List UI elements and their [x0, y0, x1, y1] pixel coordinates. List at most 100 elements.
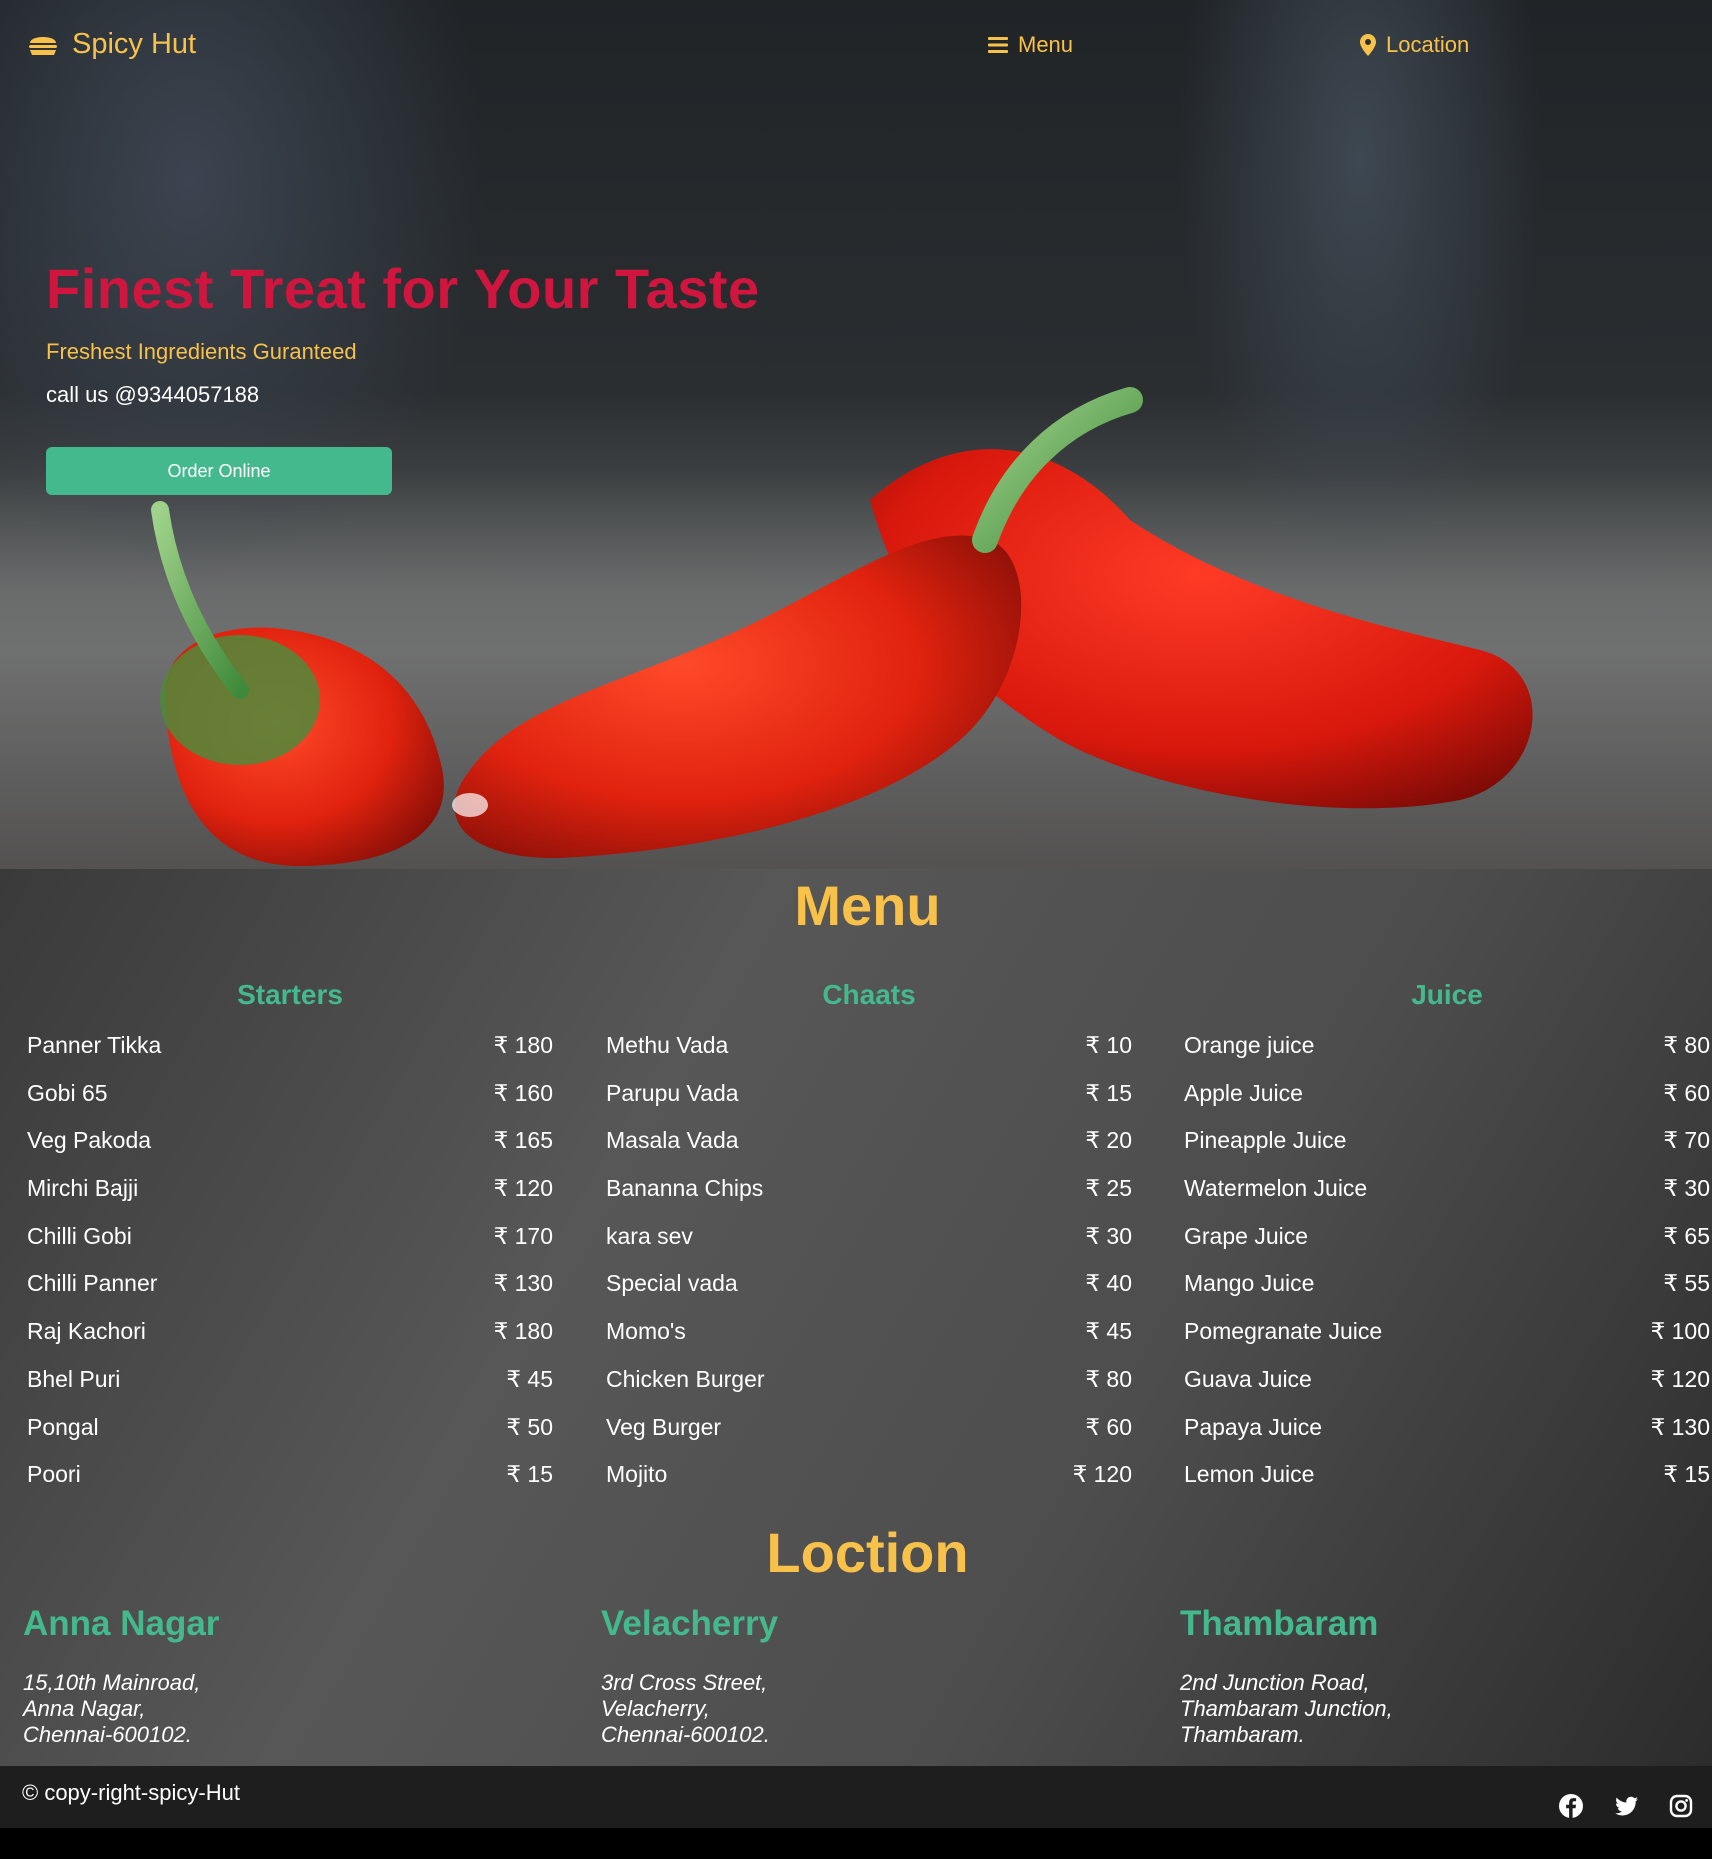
brand-name: Spicy Hut: [72, 28, 197, 60]
menu-item-price: ₹ 170: [493, 1222, 553, 1249]
menu-item-price: ₹ 55: [1663, 1270, 1710, 1297]
menu-item: Papaya Juice ₹ 130: [1184, 1413, 1710, 1461]
menu-item-price: ₹ 20: [1085, 1127, 1132, 1154]
menu-item-name: Apple Juice: [1184, 1079, 1303, 1106]
menu-item-name: Guava Juice: [1184, 1365, 1312, 1392]
menu-item-name: Lemon Juice: [1184, 1461, 1315, 1488]
menu-item-price: ₹ 60: [1663, 1079, 1710, 1106]
menu-item-name: Mirchi Bajji: [27, 1175, 139, 1202]
branch-thambaram: Thambaram 2nd Junction Road, Thambaram J…: [1180, 1604, 1700, 1748]
menu-column-heading: Chaats: [822, 979, 916, 1010]
branch-address-line: Chennai-600102.: [601, 1722, 770, 1747]
menu-item-price: ₹ 80: [1663, 1032, 1710, 1058]
branch-address-line: Anna Nagar,: [23, 1696, 146, 1721]
menu-item-name: Grape Juice: [1184, 1222, 1309, 1249]
menu-item: Chicken Burger ₹ 80: [606, 1365, 1132, 1413]
menu-item-price: ₹ 15: [506, 1461, 553, 1488]
nav-menu-label: Menu: [1018, 32, 1074, 57]
branch-address-line: 3rd Cross Street,: [601, 1670, 768, 1695]
page-bottom-strip: [0, 1828, 1712, 1859]
menu-item-price: ₹ 180: [493, 1318, 553, 1345]
menu-item: Gobi 65 ₹ 160: [27, 1079, 553, 1127]
menu-item-name: Chilli Panner: [27, 1270, 158, 1297]
nav-location-label: Location: [1386, 32, 1470, 57]
menu-item-price: ₹ 25: [1085, 1175, 1132, 1202]
instagram-icon[interactable]: [1668, 1793, 1694, 1819]
branch-address-line: Thambaram.: [1180, 1722, 1305, 1747]
menu-item-name: Bananna Chips: [606, 1175, 764, 1202]
menu-item-price: ₹ 50: [506, 1413, 553, 1440]
map-pin-icon: [1360, 34, 1376, 56]
menu-item-price: ₹ 30: [1085, 1222, 1132, 1249]
menu-item-name: Mojito: [606, 1461, 668, 1488]
menu-item-price: ₹ 10: [1085, 1032, 1132, 1058]
hamburger-icon: [988, 36, 1008, 54]
menu-item-name: Pineapple Juice: [1184, 1127, 1347, 1154]
menu-item: Pomegranate Juice ₹ 100: [1184, 1317, 1710, 1365]
menu-item: Parupu Vada ₹ 15: [606, 1079, 1132, 1127]
menu-item-name: Special vada: [606, 1270, 738, 1297]
menu-item-price: ₹ 70: [1663, 1127, 1710, 1154]
menu-column-starters: Starters Panner Tikka ₹ 180 Gobi 65 ₹ 160 Ve…: [27, 979, 553, 1508]
menu-item: Veg Burger ₹ 60: [606, 1413, 1132, 1461]
menu-item-price: ₹ 40: [1085, 1270, 1132, 1297]
branch-address-line: 2nd Junction Road,: [1180, 1670, 1370, 1695]
hero-title: Finest Treat for Your Taste: [46, 257, 760, 320]
twitter-icon[interactable]: [1614, 1793, 1640, 1819]
menu-item: Chilli Gobi ₹ 170: [27, 1222, 553, 1270]
menu-item: Mango Juice ₹ 55: [1184, 1269, 1710, 1317]
menu-item: kara sev ₹ 30: [606, 1222, 1132, 1270]
menu-item: Bhel Puri ₹ 45: [27, 1365, 553, 1413]
menu-item-price: ₹ 120: [493, 1175, 553, 1202]
order-online-button[interactable]: Order Online: [46, 447, 392, 495]
menu-column-heading: Starters: [237, 979, 343, 1010]
menu-item-name: Panner Tikka: [27, 1032, 162, 1058]
branch-name: Thambaram: [1180, 1604, 1379, 1643]
menu-item-name: Pongal: [27, 1413, 99, 1440]
menu-item-price: ₹ 30: [1663, 1175, 1710, 1202]
menu-item: Panner Tikka ₹ 180: [27, 1031, 553, 1079]
branch-address-line: Velacherry,: [601, 1696, 710, 1721]
menu-item-price: ₹ 120: [1072, 1461, 1132, 1488]
branch-address-line: Chennai-600102.: [23, 1722, 192, 1747]
menu-item: Guava Juice ₹ 120: [1184, 1365, 1710, 1413]
menu-item: Pongal ₹ 50: [27, 1413, 553, 1461]
menu-item-price: ₹ 160: [493, 1079, 553, 1106]
menu-item: Orange juice ₹ 80: [1184, 1031, 1710, 1079]
menu-item-name: Chilli Gobi: [27, 1222, 132, 1249]
menu-item-name: Gobi 65: [27, 1079, 108, 1106]
menu-item: Watermelon Juice ₹ 30: [1184, 1174, 1710, 1222]
menu-item-name: Masala Vada: [606, 1127, 739, 1154]
menu-item-price: ₹ 15: [1663, 1461, 1710, 1488]
location-title: Loction: [766, 1521, 969, 1584]
menu-item-name: Veg Burger: [606, 1413, 722, 1440]
menu-item: Chilli Panner ₹ 130: [27, 1269, 553, 1317]
menu-column-heading: Juice: [1411, 979, 1483, 1010]
footer: © copy-right-spicy-Hut: [0, 1766, 1712, 1828]
branch-address-line: Thambaram Junction,: [1180, 1696, 1393, 1721]
menu-item-price: ₹ 80: [1085, 1365, 1132, 1392]
menu-item-price: ₹ 65: [1663, 1222, 1710, 1249]
navbar: Spicy Hut Menu Location: [0, 0, 1712, 90]
menu-item-name: Raj Kachori: [27, 1318, 146, 1345]
menu-item: Bananna Chips ₹ 25: [606, 1174, 1132, 1222]
menu-item-name: Veg Pakoda: [27, 1127, 152, 1154]
menu-item-price: ₹ 130: [1650, 1413, 1710, 1440]
menu-item: Grape Juice ₹ 65: [1184, 1222, 1710, 1270]
brand-logo[interactable]: Spicy Hut: [28, 28, 196, 61]
menu-item-price: ₹ 45: [1085, 1318, 1132, 1345]
menu-item-price: ₹ 165: [493, 1127, 553, 1154]
menu-item-name: Bhel Puri: [27, 1365, 121, 1392]
menu-item: Apple Juice ₹ 60: [1184, 1079, 1710, 1127]
menu-item-price: ₹ 15: [1085, 1079, 1132, 1106]
menu-item: Mirchi Bajji ₹ 120: [27, 1174, 553, 1222]
menu-item-price: ₹ 180: [493, 1032, 553, 1058]
menu-item: Methu Vada ₹ 10: [606, 1031, 1132, 1079]
branch-velacherry: Velacherry 3rd Cross Street, Velacherry,…: [601, 1604, 1121, 1748]
nav-menu-link[interactable]: Menu: [988, 32, 1073, 58]
facebook-icon[interactable]: [1558, 1793, 1584, 1819]
hero-phone: call us @9344057188: [46, 382, 260, 407]
menu-item-name: Mango Juice: [1184, 1270, 1315, 1297]
nav-location-link[interactable]: Location: [1360, 32, 1469, 58]
menu-item-price: ₹ 120: [1650, 1365, 1710, 1392]
